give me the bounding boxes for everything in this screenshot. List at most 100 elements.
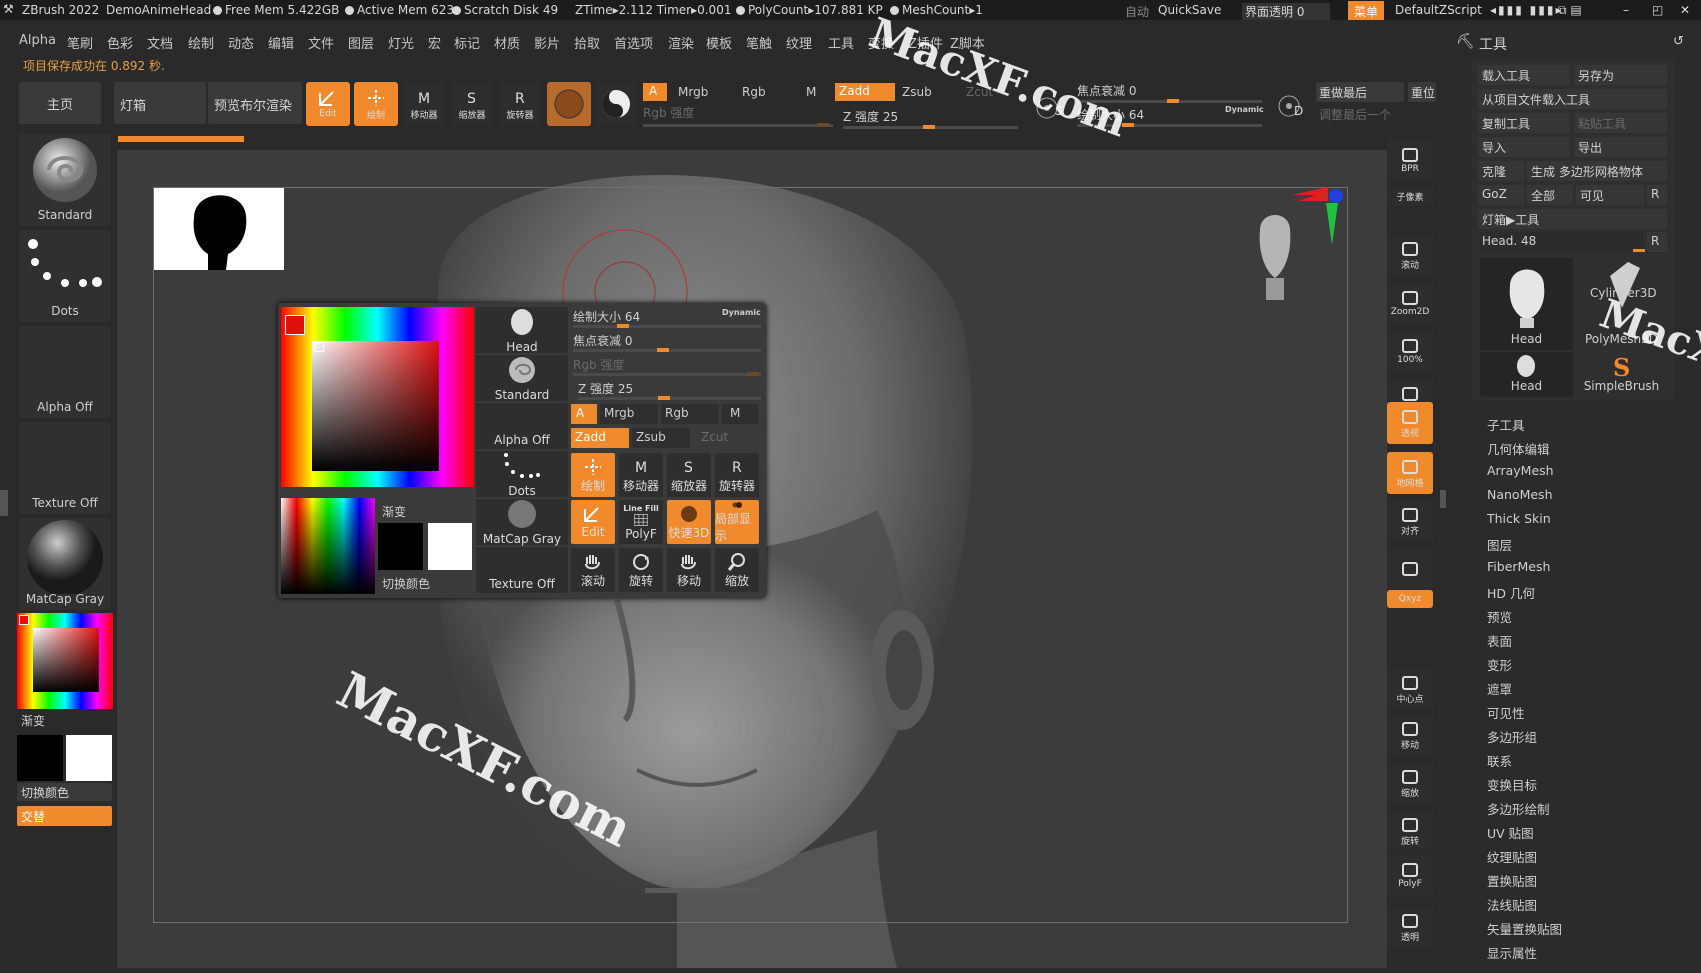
menu-item[interactable]: 笔触 — [746, 33, 772, 52]
a-toggle[interactable]: A — [643, 83, 667, 101]
bpr-render-button[interactable]: 预览布尔渲染 — [208, 82, 302, 124]
rotate-button[interactable]: R 旋转器 — [498, 82, 542, 126]
window-restore-icon[interactable]: ⧉ ▤ — [1558, 3, 1582, 18]
minimize-icon[interactable]: – — [1623, 3, 1629, 17]
menu-item[interactable]: 材质 — [494, 33, 520, 52]
right-tray-handle[interactable] — [1440, 490, 1446, 508]
popup-turn-button[interactable]: 旋转 — [619, 548, 663, 592]
popup-rgb-intensity-slider[interactable]: Rgb 强度 — [573, 356, 761, 376]
popup-mrgb-toggle[interactable]: Mrgb — [600, 404, 658, 424]
right-tool-1[interactable]: 子像素 — [1387, 186, 1433, 206]
subpalette-item[interactable]: FiberMesh — [1487, 559, 1550, 574]
popup-m-toggle[interactable]: M — [722, 404, 758, 424]
popup-tool-head[interactable]: Head — [476, 307, 568, 354]
all-button[interactable]: 全部 — [1527, 185, 1573, 205]
right-tool-2[interactable]: 滚动 — [1387, 234, 1433, 276]
menu-item[interactable]: 灯光 — [388, 33, 414, 52]
popup-scroll-button[interactable]: 滚动 — [571, 548, 615, 592]
stroke-slot[interactable]: Dots — [19, 230, 111, 322]
material-slot[interactable]: MatCap Gray — [19, 518, 111, 610]
subpalette-item[interactable]: 多边形绘制 — [1487, 799, 1550, 818]
menu-item[interactable]: 模板 — [706, 33, 732, 52]
redo-position-button[interactable]: 重位 — [1408, 82, 1436, 102]
subpalette-item[interactable]: Thick Skin — [1487, 511, 1551, 526]
menu-item[interactable]: 工具 — [828, 33, 854, 52]
import-button[interactable]: 导入 — [1478, 137, 1570, 157]
zadd-toggle[interactable]: Zadd — [835, 83, 895, 101]
subpalette-item[interactable]: 子工具 — [1487, 415, 1525, 434]
menu-item[interactable]: 色彩 — [107, 33, 133, 52]
subpalette-item[interactable]: 变形 — [1487, 655, 1512, 674]
tool-r-button[interactable]: R — [1647, 232, 1667, 252]
popup-zoom-button[interactable]: 缩放 — [715, 548, 759, 592]
popup-local-button[interactable]: 局部显示 — [715, 500, 759, 544]
dynamic-toggle[interactable]: Dynamic — [1225, 105, 1264, 114]
color-picker-sv[interactable] — [33, 628, 99, 692]
tool-thumb-head[interactable]: Head — [1480, 258, 1573, 350]
color-swatch[interactable] — [594, 82, 638, 126]
subpalette-item[interactable]: UV 贴图 — [1487, 823, 1534, 842]
panel-reset-icon[interactable]: ↺ — [1673, 34, 1684, 49]
menu-item[interactable]: 拾取 — [574, 33, 600, 52]
popup-gradient-picker[interactable] — [281, 498, 375, 594]
subpalette-item[interactable]: 几何体编辑 — [1487, 439, 1550, 458]
popup-stroke-dots[interactable]: Dots — [476, 451, 568, 498]
popup-edit-button[interactable]: Edit — [571, 500, 615, 544]
home-button[interactable]: 主页 — [19, 82, 101, 124]
tool-thumb-simplebrush[interactable]: S SimpleBrush — [1576, 352, 1667, 397]
popup-z-intensity-slider[interactable]: Z 强度 25 — [578, 380, 761, 400]
menu-item[interactable]: 纹理 — [786, 33, 812, 52]
export-button[interactable]: 导出 — [1574, 137, 1667, 157]
popup-zadd-toggle[interactable]: Zadd — [571, 428, 629, 448]
subpalette-item[interactable]: 可见性 — [1487, 703, 1525, 722]
subpalette-item[interactable]: 矢量置换贴图 — [1487, 919, 1562, 938]
menu-item[interactable]: 绘制 — [188, 33, 214, 52]
paste-tool-button[interactable]: 粘贴工具 — [1574, 113, 1667, 133]
clone-button[interactable]: 克隆 — [1478, 161, 1524, 181]
adjust-last-button[interactable]: 调整最后一个 — [1319, 106, 1391, 123]
close-icon[interactable]: ✕ — [1680, 3, 1690, 17]
draw-button[interactable]: 绘制 — [354, 82, 398, 126]
subpalette-item[interactable]: 表面 — [1487, 631, 1512, 650]
load-from-project-button[interactable]: 从项目文件载入工具 — [1478, 89, 1667, 109]
menu-item[interactable]: 标记 — [454, 33, 480, 52]
popup-pan-button[interactable]: 移动 — [667, 548, 711, 592]
scale-button[interactable]: S 缩放器 — [450, 82, 494, 126]
subpalette-item[interactable]: 图层 — [1487, 535, 1512, 554]
right-tool-10[interactable]: Qxyz — [1387, 590, 1433, 608]
popup-alpha[interactable]: Alpha Off — [476, 403, 568, 449]
right-tool-12[interactable] — [1387, 642, 1433, 660]
subpalette-item[interactable]: 变换目标 — [1487, 775, 1537, 794]
layout-toggle-icon[interactable]: ◂▮▮▮ ▮▮▮▸ — [1490, 3, 1563, 17]
menu-item[interactable]: 宏 — [428, 33, 441, 52]
m-toggle[interactable]: M — [806, 85, 816, 99]
right-tool-4[interactable]: 100% — [1387, 330, 1433, 372]
load-tool-button[interactable]: 载入工具 — [1478, 65, 1570, 85]
subpalette-item[interactable]: 联系 — [1487, 751, 1512, 770]
popup-rotate-button[interactable]: R 旋转器 — [715, 453, 759, 497]
subpalette-item[interactable]: 预览 — [1487, 607, 1512, 626]
popup-switch-color[interactable]: 切换颜色 — [382, 575, 430, 592]
subpalette-item[interactable]: HD 几何 — [1487, 583, 1535, 602]
popup-zsub-toggle[interactable]: Zsub — [632, 428, 690, 448]
redo-last-button[interactable]: 重做最后 — [1316, 82, 1404, 102]
tool-thumb-head-2[interactable]: Head — [1480, 352, 1573, 397]
material-swatch[interactable] — [547, 82, 591, 126]
subpalette-item[interactable]: 多边形组 — [1487, 727, 1537, 746]
subpalette-item[interactable]: ArrayMesh — [1487, 463, 1554, 478]
popup-rgb-toggle[interactable]: Rgb — [661, 404, 719, 424]
popup-color-picker-sv[interactable] — [312, 341, 439, 471]
left-tray-handle[interactable] — [0, 490, 8, 516]
popup-material[interactable]: MatCap Gray — [476, 499, 568, 546]
subpalette-item[interactable]: 置换贴图 — [1487, 871, 1537, 890]
d-button[interactable]: D — [1272, 82, 1314, 124]
menu-item[interactable]: 影片 — [534, 33, 560, 52]
copy-tool-button[interactable]: 复制工具 — [1478, 113, 1570, 133]
goz-button[interactable]: GoZ — [1478, 185, 1524, 205]
right-tool-17[interactable]: PolyF — [1387, 854, 1433, 896]
right-tool-11[interactable] — [1387, 620, 1433, 638]
tool-slider[interactable]: Head. 48 — [1478, 232, 1645, 252]
menu-item[interactable]: 渲染 — [668, 33, 694, 52]
right-tool-13[interactable]: 中心点 — [1387, 668, 1433, 710]
brush-slot[interactable]: Standard — [19, 134, 111, 226]
